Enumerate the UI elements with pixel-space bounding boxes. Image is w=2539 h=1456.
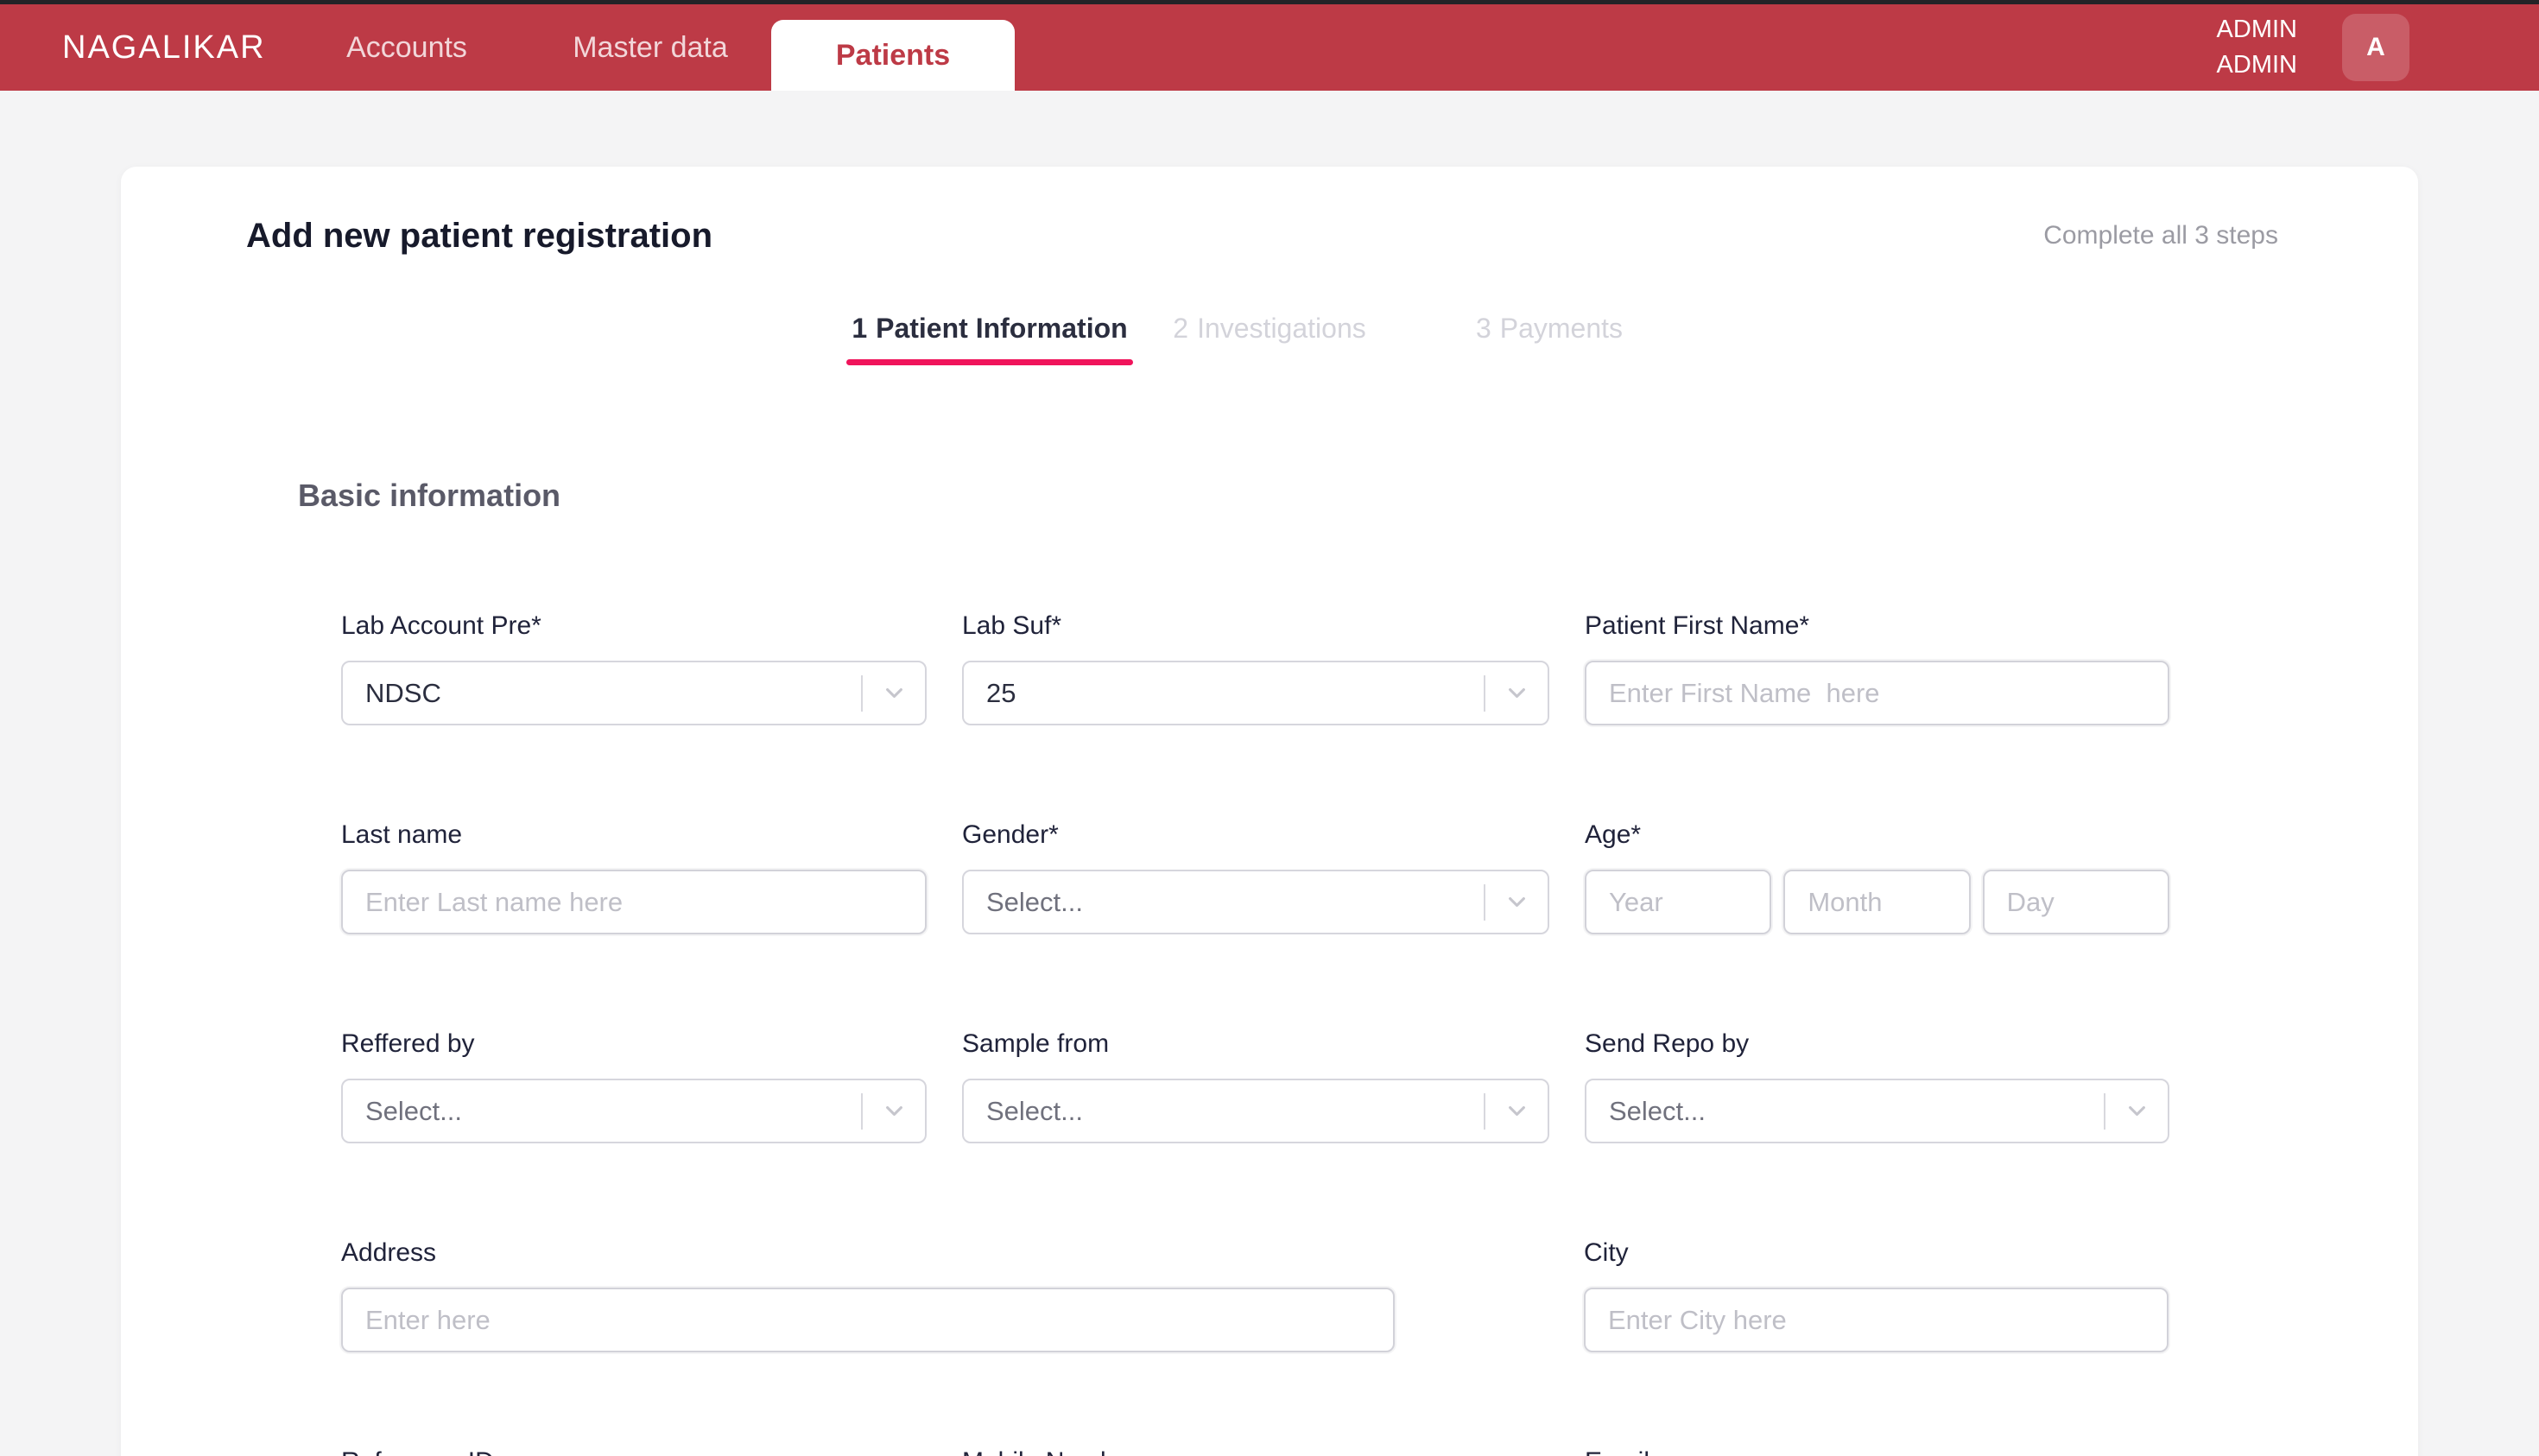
city-label: City	[1584, 1238, 1629, 1267]
reffered-by-label: Reffered by	[341, 1029, 475, 1058]
gender-value: Select...	[986, 886, 1083, 917]
field-age: Age*	[1585, 816, 2169, 934]
age-month-box	[1783, 870, 1971, 934]
patient-first-name-box	[1585, 661, 2169, 725]
field-city: City	[1584, 1234, 2169, 1352]
address-box	[341, 1288, 1395, 1352]
avatar[interactable]: A	[2342, 14, 2409, 81]
send-repo-by-value: Select...	[1609, 1095, 1706, 1126]
step-payments[interactable]: 3 Payments	[1409, 309, 1689, 347]
step-label: Payments	[1499, 313, 1624, 344]
app-header: NAGALIKAR Accounts Master data Patients …	[0, 4, 2539, 91]
user-menu[interactable]: ADMIN ADMIN	[2217, 4, 2297, 91]
field-send-repo-by: Send Repo by Select...	[1585, 1025, 2169, 1143]
registration-card: Add new patient registration Complete al…	[121, 167, 2418, 1456]
patient-form: Lab Account Pre* NDSC Lab Suf* 25 Patien…	[341, 607, 2169, 1456]
form-row-1: Lab Account Pre* NDSC Lab Suf* 25 Patien…	[341, 607, 2169, 725]
last-name-input[interactable]	[343, 886, 925, 918]
step-investigations[interactable]: 2 Investigations	[1130, 309, 1409, 347]
chevron-down-icon	[863, 1099, 925, 1123]
gender-select[interactable]: Select...	[962, 870, 1549, 934]
card-header: Add new patient registration Complete al…	[121, 167, 2418, 260]
age-year-box	[1585, 870, 1772, 934]
last-name-label: Last name	[341, 820, 463, 849]
lab-account-pre-select[interactable]: NDSC	[341, 661, 927, 725]
lab-suf-select[interactable]: 25	[962, 661, 1549, 725]
field-address: Address	[341, 1234, 1395, 1352]
lab-account-pre-label: Lab Account Pre*	[341, 611, 541, 640]
reffered-by-select[interactable]: Select...	[341, 1079, 927, 1143]
field-sample-from: Sample from Select...	[962, 1025, 1549, 1143]
reffered-by-value: Select...	[365, 1095, 462, 1126]
age-day-box	[1982, 870, 2169, 934]
nav-item-patients-active[interactable]: Patients	[771, 20, 1015, 91]
field-gender: Gender* Select...	[962, 816, 1549, 934]
page-title: Add new patient registration	[246, 217, 713, 255]
age-label: Age*	[1585, 820, 1642, 849]
field-reffered-by: Reffered by Select...	[341, 1025, 927, 1143]
step-patient-information[interactable]: 1 Patient Information	[846, 309, 1133, 365]
field-patient-first-name: Patient First Name*	[1585, 607, 2169, 725]
form-row-2: Last name Gender* Select... Age*	[341, 816, 2169, 934]
mobile-number-label: Mobile Number	[962, 1443, 1549, 1456]
send-repo-by-select[interactable]: Select...	[1585, 1079, 2169, 1143]
chevron-down-icon	[1485, 890, 1548, 914]
form-row-4: Address City	[341, 1234, 2169, 1352]
field-last-name: Last name	[341, 816, 927, 934]
step-label: Investigations	[1197, 313, 1366, 344]
steps-hint: Complete all 3 steps	[2043, 221, 2278, 250]
field-lab-suf: Lab Suf* 25	[962, 607, 1549, 725]
age-year-input[interactable]	[1586, 886, 1770, 918]
form-row-5: Reference ID Mobile Number Email	[341, 1443, 2169, 1456]
brand-logo: NAGALIKAR	[62, 29, 266, 66]
lab-suf-value: 25	[986, 677, 1016, 708]
step-number: 1	[852, 313, 868, 344]
age-day-input[interactable]	[1984, 886, 2168, 918]
field-lab-account-pre: Lab Account Pre* NDSC	[341, 607, 927, 725]
chevron-down-icon	[863, 681, 925, 705]
field-reference-id: Reference ID	[341, 1443, 927, 1456]
nav-item-accounts[interactable]: Accounts	[346, 4, 467, 91]
nav-item-master-data[interactable]: Master data	[573, 4, 728, 91]
step-number: 3	[1475, 313, 1491, 344]
form-row-3: Reffered by Select... Sample from Select…	[341, 1025, 2169, 1143]
field-email: Email	[1585, 1443, 2169, 1456]
sample-from-select[interactable]: Select...	[962, 1079, 1549, 1143]
send-repo-by-label: Send Repo by	[1585, 1029, 1750, 1058]
last-name-box	[341, 870, 927, 934]
age-inputs	[1585, 870, 2169, 934]
email-label: Email	[1585, 1443, 2169, 1456]
step-number: 2	[1173, 313, 1189, 344]
sample-from-value: Select...	[986, 1095, 1083, 1126]
active-step-underline	[846, 359, 1133, 365]
sample-from-label: Sample from	[962, 1029, 1110, 1058]
chevron-down-icon	[1485, 1099, 1548, 1123]
lab-account-pre-value: NDSC	[365, 677, 441, 708]
user-name-line2: ADMIN	[2216, 51, 2297, 79]
user-name-line1: ADMIN	[2216, 16, 2297, 43]
address-label: Address	[341, 1238, 437, 1267]
city-input[interactable]	[1586, 1304, 2167, 1336]
lab-suf-label: Lab Suf*	[962, 611, 1062, 640]
chevron-down-icon	[1485, 681, 1548, 705]
field-mobile-number: Mobile Number	[962, 1443, 1549, 1456]
step-label: Patient Information	[876, 313, 1128, 344]
section-title-basic-information: Basic information	[298, 478, 561, 513]
stepper: 1 Patient Information 2 Investigations 3 Pa…	[121, 309, 2418, 365]
patient-first-name-input[interactable]	[1586, 677, 2168, 709]
chevron-down-icon	[2105, 1099, 2168, 1123]
address-input[interactable]	[343, 1304, 1393, 1336]
patient-first-name-label: Patient First Name*	[1585, 611, 1810, 640]
gender-label: Gender*	[962, 820, 1059, 849]
age-month-input[interactable]	[1785, 886, 1969, 918]
reference-id-label: Reference ID	[341, 1443, 927, 1456]
city-box	[1584, 1288, 2169, 1352]
